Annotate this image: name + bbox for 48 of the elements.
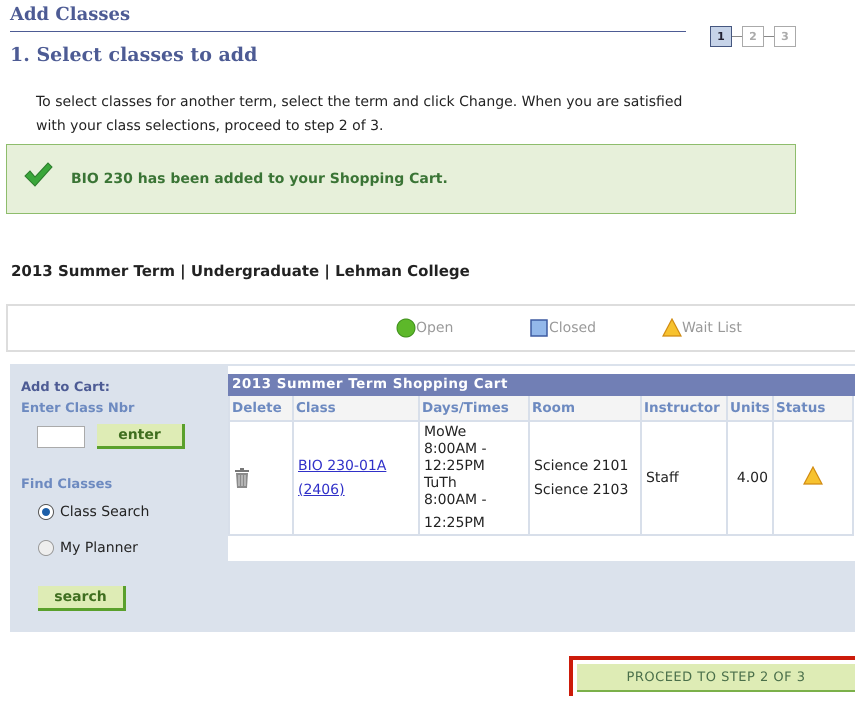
legend-label: Open [416,320,454,336]
days-times-text: TuTh [424,475,458,492]
add-to-cart-label: Add to Cart: [21,380,110,395]
find-classes-label: Find Classes [21,477,112,492]
trash-icon[interactable] [234,467,250,489]
step-indicator: 1 [710,26,732,47]
class-number-label: Enter Class Nbr [21,401,134,416]
room-text: Science 2101 [534,457,630,476]
class-link[interactable]: BIO 230-01A [298,454,414,478]
column-header: Instructor [641,396,727,421]
legend-label: Closed [549,320,596,336]
column-header: Days/Times [419,396,529,421]
days-times-text: 8:00AM - [424,492,488,509]
class-link[interactable]: (2406) [298,478,414,502]
column-header: Units [727,396,773,421]
column-header: Room [529,396,641,421]
days-times-text: 8:00AM - [424,441,488,458]
proceed-button[interactable]: PROCEED TO STEP 2 OF 3 [577,664,855,692]
success-message: BIO 230 has been added to your Shopping Cart. [71,171,448,187]
step-indicator: 2 [742,26,764,47]
checkmark-icon [23,162,53,188]
page-title: Add Classes [10,4,686,32]
days-times-text: 12:25PM [424,515,486,532]
cart-title: 2013 Summer Term Shopping Cart [228,374,855,396]
open-circle-icon [396,318,416,338]
class-number-field[interactable] [37,426,85,448]
column-header: Delete [229,396,293,421]
warning-triangle-icon [803,466,823,486]
section-title: 1. Select classes to add [10,44,258,66]
instructor-text: Staff [646,470,679,486]
closed-square-icon [529,318,549,338]
step-indicator: 3 [774,26,796,47]
column-header: Status [773,396,853,421]
column-header: Class [293,396,419,421]
radio-label[interactable]: Class Search [60,504,150,520]
warning-triangle-icon [662,318,682,338]
units-text: 4.00 [736,470,768,486]
search-button[interactable]: search [38,586,126,611]
room-text: Science 2103 [534,481,630,500]
radio-button[interactable] [38,504,54,520]
days-times-text: MoWe [424,424,468,441]
radio-label[interactable]: My Planner [60,540,138,556]
radio-button[interactable] [38,540,54,556]
days-times-text: 12:25PM [424,458,486,475]
term-info: 2013 Summer Term | Undergraduate | Lehman College [11,262,471,280]
legend-label: Wait List [682,320,742,336]
instructions-text: To select classes for another term, select the term and click Change. When you are satisfied with your class selections, proceed to step 2 of 3. [36,93,684,136]
enter-button[interactable]: enter [97,424,185,449]
